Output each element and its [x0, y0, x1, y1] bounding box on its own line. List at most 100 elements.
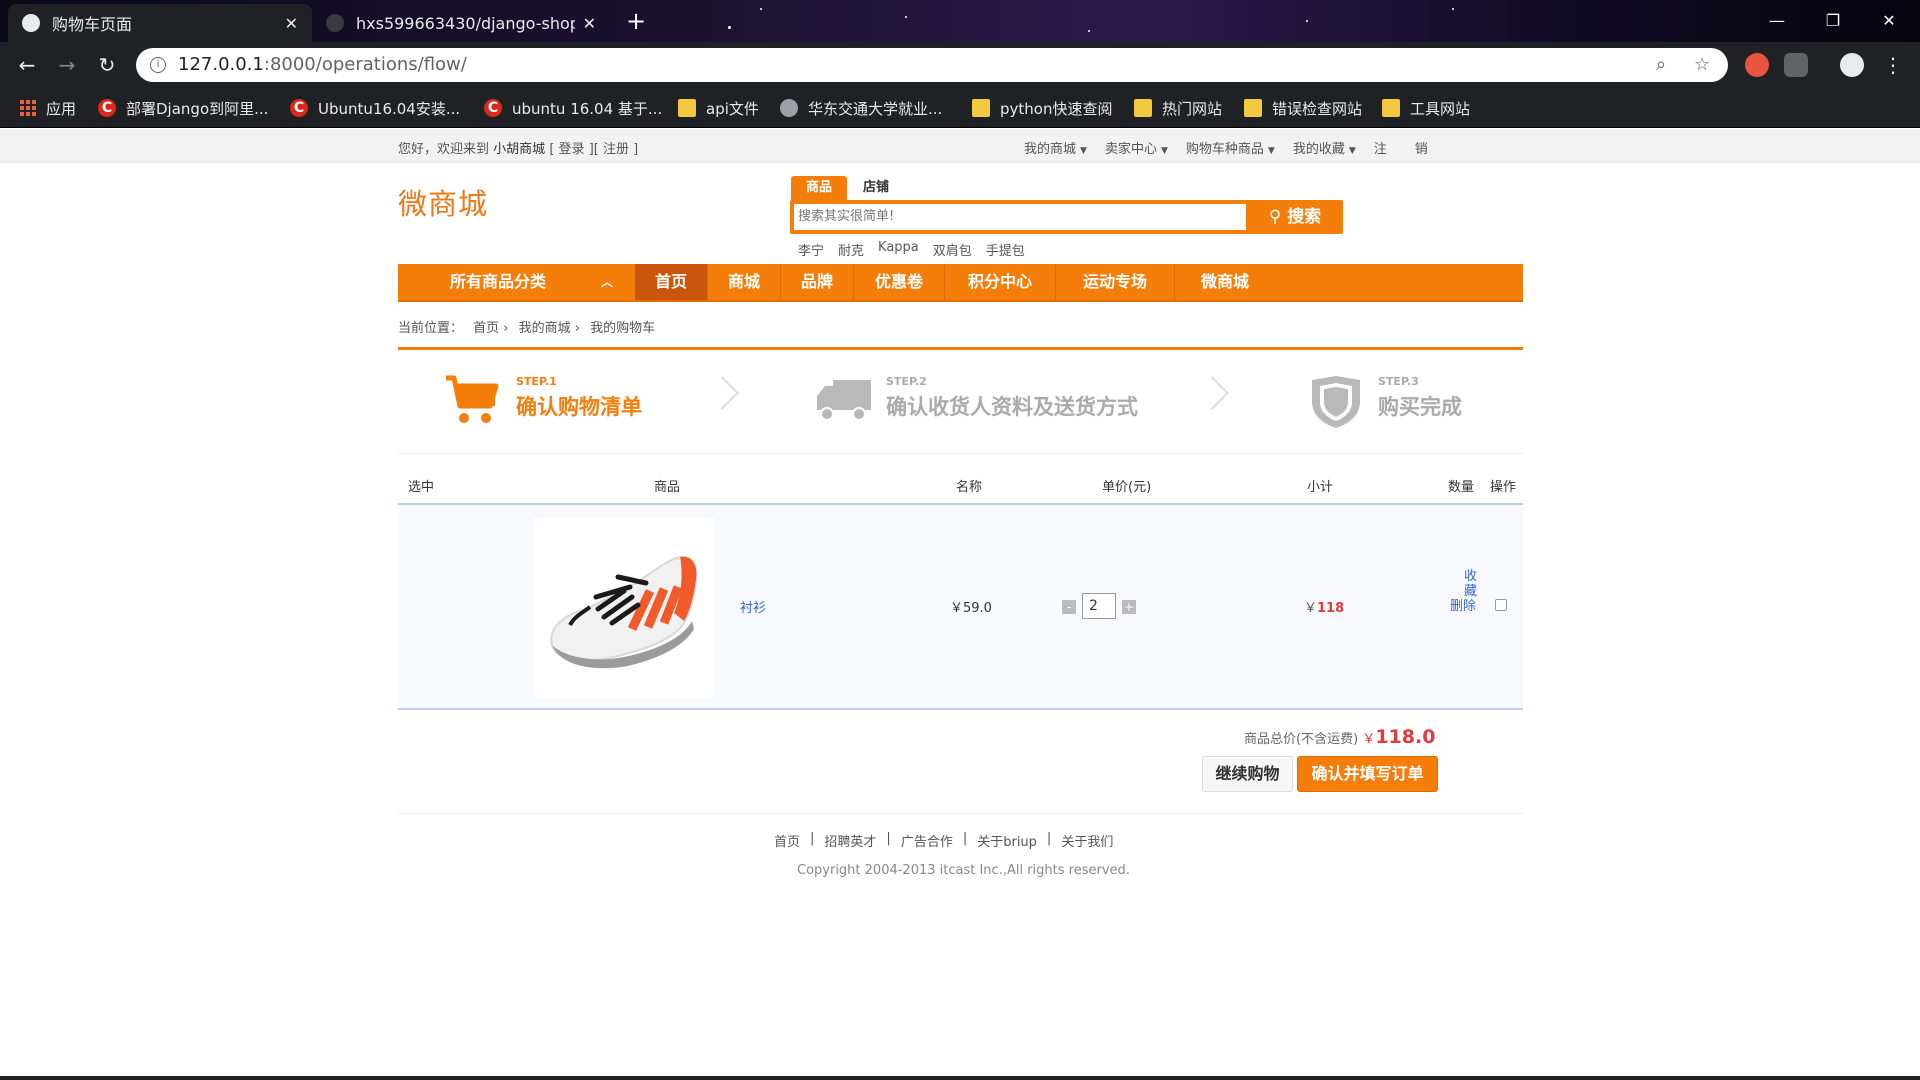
col-header: 选中: [408, 480, 435, 495]
page-content: 您好，欢迎来到 小胡商城 [ 登录 ][ 注册 ] 我的商城 ▼ 卖家中心 ▼ 购物…: [0, 129, 1920, 1080]
search-input[interactable]: [794, 204, 1246, 230]
github-icon: [326, 14, 344, 32]
bookmark-item[interactable]: C Ubuntu16.04安装...: [290, 88, 460, 128]
nav-item-points[interactable]: 积分中心: [945, 264, 1056, 300]
bookmark-label: api文件: [706, 99, 759, 118]
select-checkbox[interactable]: [1495, 599, 1507, 611]
nav-item-home[interactable]: 首页: [635, 264, 708, 300]
hot-word[interactable]: Kappa: [878, 240, 919, 259]
close-window-button[interactable]: ✕: [1866, 6, 1912, 36]
order-total: 商品总价(不含运费) ￥118.0: [1244, 726, 1435, 748]
nav-item-mall[interactable]: 商城: [708, 264, 781, 300]
csdn-icon: C: [98, 99, 116, 117]
product-image[interactable]: [534, 517, 714, 697]
breadcrumb-item[interactable]: 首页 ›: [473, 321, 508, 336]
site-logo[interactable]: 微商城: [398, 181, 488, 223]
bookmark-item[interactable]: C 部署Django到阿里...: [98, 88, 268, 128]
login-link[interactable]: 登录: [559, 142, 585, 157]
url-host: 127.0.0.1: [178, 54, 264, 75]
col-header: 商品: [654, 480, 681, 495]
nav-item-sports[interactable]: 运动专场: [1056, 264, 1175, 300]
close-tab-icon[interactable]: ✕: [285, 14, 298, 33]
bookmark-item[interactable]: python快速查阅: [972, 88, 1112, 128]
footer-link[interactable]: 关于我们: [1061, 831, 1113, 850]
site-info-icon[interactable]: i: [150, 57, 166, 73]
footer-link[interactable]: 广告合作: [901, 831, 953, 850]
hot-word[interactable]: 手提包: [986, 240, 1025, 259]
reload-icon[interactable]: ↻: [92, 50, 122, 80]
my-shop-dropdown[interactable]: 我的商城 ▼: [1024, 138, 1087, 157]
address-bar[interactable]: i 127.0.0.1:8000/operations/flow/ ⌕ ☆: [136, 48, 1728, 82]
total-currency: ￥: [1362, 732, 1376, 747]
table-row: 衬衫 ￥59.0 - 2 + ￥118 收藏 删除: [398, 505, 1523, 710]
bookmark-item[interactable]: api文件: [678, 88, 759, 128]
footer-link[interactable]: 招聘英才: [824, 831, 876, 850]
quantity-input[interactable]: 2: [1082, 593, 1116, 619]
quantity-increase-button[interactable]: +: [1122, 600, 1136, 614]
search-button[interactable]: ⚲ 搜索: [1250, 204, 1340, 230]
browser-tab[interactable]: hxs599663430/django-shoppi ✕: [312, 4, 610, 42]
bookmark-item[interactable]: 错误检查网站: [1244, 88, 1362, 128]
welcome-label: 您好，欢迎来到: [398, 142, 490, 157]
footer-separator: |: [962, 831, 968, 846]
continue-shopping-button[interactable]: 继续购物: [1202, 756, 1293, 792]
delete-link[interactable]: 删除: [1450, 599, 1486, 614]
bookmark-label: Ubuntu16.04安装...: [318, 99, 461, 118]
subtotal-currency: ￥: [1304, 601, 1318, 616]
wallpaper-star: [1306, 20, 1308, 22]
footer-separator: |: [810, 831, 815, 846]
row-actions: 收藏 删除: [1450, 569, 1486, 614]
logout-char: 销: [1414, 142, 1428, 157]
bookmark-item[interactable]: C ubuntu 16.04 基于...: [484, 88, 662, 128]
wallpaper-star: [1088, 30, 1090, 32]
bookmark-apps[interactable]: 应用: [20, 88, 76, 128]
quantity-decrease-button[interactable]: -: [1062, 600, 1076, 614]
new-tab-button[interactable]: +: [622, 8, 650, 36]
caret-down-icon: ▼: [1267, 146, 1275, 156]
bookmark-star-icon[interactable]: ☆: [1694, 48, 1710, 82]
taskbar-edge: [0, 1076, 1920, 1080]
confirm-order-button[interactable]: 确认并填写订单: [1297, 756, 1438, 792]
search-tab-goods[interactable]: 商品: [791, 176, 847, 200]
profile-avatar-icon[interactable]: [1840, 53, 1864, 77]
bookmark-item[interactable]: 热门网站: [1134, 88, 1222, 128]
favorites-dropdown[interactable]: 我的收藏 ▼: [1293, 138, 1356, 157]
collect-link[interactable]: 收藏: [1450, 569, 1486, 599]
footer-link[interactable]: 首页: [774, 831, 800, 850]
product-name-link[interactable]: 衬衫: [740, 597, 766, 616]
breadcrumb-item[interactable]: 我的商城 ›: [519, 321, 580, 336]
seller-center-dropdown[interactable]: 卖家中心 ▼: [1105, 138, 1168, 157]
forward-arrow-icon[interactable]: →: [52, 50, 82, 80]
close-tab-icon[interactable]: ✕: [583, 14, 596, 33]
bookmark-label: 热门网站: [1162, 99, 1223, 118]
nav-item-coupons[interactable]: 优惠卷: [854, 264, 945, 300]
extension-icon[interactable]: [1784, 53, 1808, 77]
bookmark-item[interactable]: 华东交通大学就业...: [780, 88, 942, 128]
back-arrow-icon[interactable]: ←: [12, 50, 42, 80]
footer-link[interactable]: 关于briup: [977, 831, 1037, 850]
cart-items-dropdown[interactable]: 购物车种商品 ▼: [1186, 138, 1275, 157]
zoom-icon[interactable]: ⌕: [1656, 48, 1666, 82]
bookmark-item[interactable]: 工具网站: [1382, 88, 1470, 128]
register-link[interactable]: 注册: [603, 142, 629, 157]
all-categories-button[interactable]: 所有商品分类 ︿: [398, 264, 635, 300]
hot-word[interactable]: 李宁: [798, 240, 824, 259]
minimize-button[interactable]: —: [1754, 6, 1800, 36]
browser-tab-active[interactable]: 购物车页面 ✕: [8, 4, 312, 42]
restore-button[interactable]: ❐: [1810, 6, 1856, 36]
hot-word[interactable]: 耐克: [838, 240, 864, 259]
site-top-bar: 您好，欢迎来到 小胡商城 [ 登录 ][ 注册 ] 我的商城 ▼ 卖家中心 ▼ 购物…: [0, 129, 1920, 163]
globe-icon: [22, 14, 40, 32]
caret-down-icon: ▼: [1080, 146, 1087, 156]
chevron-right-icon: [705, 376, 739, 410]
logout-link[interactable]: 注销: [1374, 138, 1428, 157]
search-tab-shops[interactable]: 店铺: [850, 176, 902, 200]
folder-icon: [678, 99, 696, 117]
menu-kebab-icon[interactable]: ⋮: [1878, 50, 1908, 80]
extension-icon[interactable]: [1745, 53, 1769, 77]
bookmark-label: 错误检查网站: [1272, 99, 1363, 118]
nav-item-wemall[interactable]: 微商城: [1175, 264, 1275, 300]
nav-item-brand[interactable]: 品牌: [781, 264, 854, 300]
bracket: ][: [588, 142, 599, 157]
hot-word[interactable]: 双肩包: [933, 240, 972, 259]
